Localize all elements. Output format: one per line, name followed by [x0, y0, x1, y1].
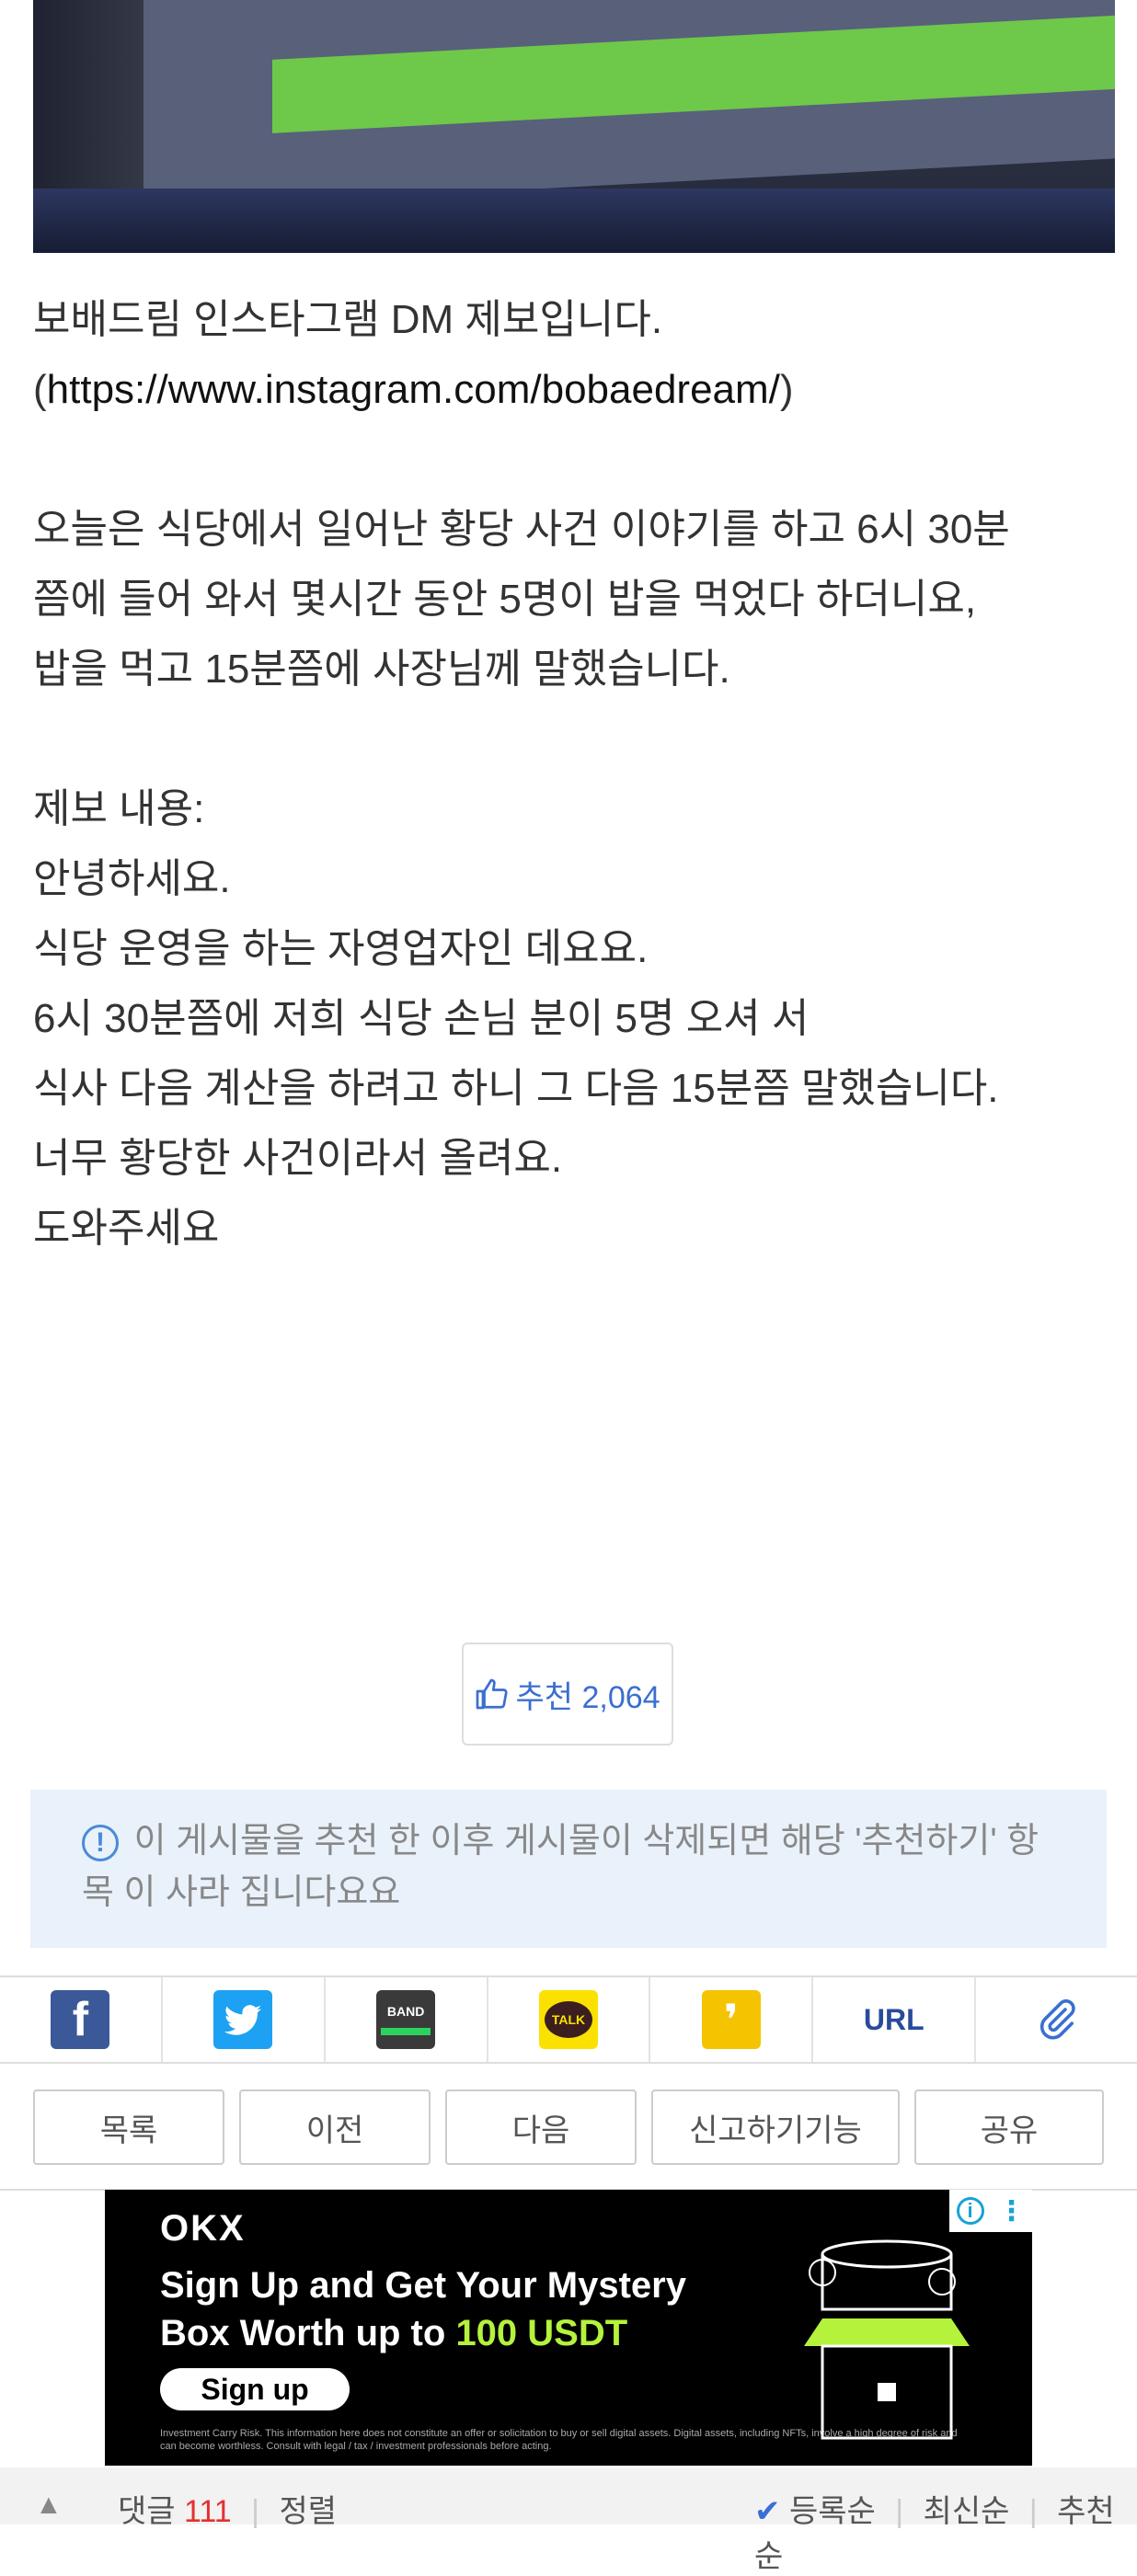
- prev-button[interactable]: 이전: [239, 2089, 431, 2165]
- url-copy-label: URL: [863, 2002, 925, 2036]
- ad-headline: Sign Up and Get Your Mystery Box Worth u…: [160, 2261, 686, 2357]
- thumbs-up-icon: [477, 1678, 509, 1710]
- ad-choices[interactable]: i ⋮: [949, 2190, 1032, 2232]
- kakaotalk-glyph: TALK: [545, 2001, 592, 2038]
- kakaotalk-icon: TALK: [539, 1990, 598, 2049]
- ad-headline-line1: Sign Up and Get Your Mystery: [160, 2265, 686, 2306]
- ad-brand-logo: OKX: [160, 2208, 246, 2249]
- ad-headline-line2: Box Worth up to 100 USDT: [160, 2309, 686, 2357]
- check-icon: ✔: [754, 2494, 781, 2529]
- comments-count: 111: [184, 2494, 232, 2529]
- notice-text: 이 게시물을 추천 한 이후 게시물이 삭제되면 해당 '추천하기' 항목 이 …: [82, 1822, 1039, 1912]
- ad-banner[interactable]: OKX Sign Up and Get Your Mystery Box Wor…: [105, 2190, 1032, 2466]
- share-facebook[interactable]: f: [0, 1977, 163, 2062]
- link-paren-open: (: [33, 367, 47, 412]
- ad-highlight: 100 USDT: [455, 2313, 628, 2353]
- comments-label: 댓글: [118, 2494, 176, 2529]
- facebook-icon: f: [51, 1990, 110, 2049]
- sort-option-oldest[interactable]: 등록순: [789, 2494, 876, 2529]
- twitter-icon: [213, 1990, 273, 2049]
- thumbnail-bottom: [33, 189, 1115, 253]
- comment-bar: ▲ 댓글 111 | 정렬 ✔ 등록순 | 최신순 | 추천순: [0, 2467, 1137, 2574]
- post-line: 쯤에 들어 와서 몇시간 동안 5명이 밥을 먹었다 하더니요,: [33, 577, 977, 622]
- sort-label[interactable]: 정렬: [279, 2494, 337, 2529]
- separator: |: [1028, 2494, 1038, 2529]
- post-line: 밥을 먹고 15분쯤에 사장님께 말했습니다.: [33, 647, 730, 692]
- post-line: 도와주세요: [33, 1206, 220, 1251]
- post-body: 보배드림 인스타그램 DM 제보입니다. (https://www.instag…: [33, 285, 1109, 1264]
- info-icon: !: [82, 1824, 119, 1861]
- facebook-glyph: f: [72, 1993, 89, 2046]
- band-icon: BAND: [376, 1990, 436, 2049]
- post-line: 6시 30분쯤에 저희 식당 손님 분이 5명 오셔 서: [33, 996, 810, 1041]
- recommend-button[interactable]: 추천 2,064: [462, 1643, 673, 1746]
- post-line: 식사 다음 계산을 하려고 하니 그 다음 15분쯤 말했습니다.: [33, 1066, 999, 1111]
- ad-headline-prefix: Box Worth up to: [160, 2313, 456, 2353]
- twitter-bird-icon: [224, 2005, 262, 2035]
- list-button[interactable]: 목록: [33, 2089, 224, 2165]
- ad-info-icon[interactable]: i: [956, 2197, 984, 2225]
- post-line: 안녕하세요.: [33, 856, 231, 901]
- share-band[interactable]: BAND: [326, 1977, 488, 2062]
- kakaostory-glyph: ❜: [723, 1996, 739, 2044]
- recommend-label: 추천 2,064: [515, 1679, 660, 1715]
- report-button[interactable]: 신고하기기능: [651, 2089, 900, 2165]
- post-line: 오늘은 식당에서 일어난 황당 사건 이야기를 하고 6시 30분: [33, 507, 1010, 552]
- separator: |: [251, 2494, 259, 2529]
- share-url[interactable]: URL: [813, 1977, 977, 2062]
- ad-menu-icon[interactable]: ⋮: [998, 2195, 1026, 2227]
- link-paren-close: ): [779, 367, 794, 412]
- comment-sort-options: ✔ 등록순 | 최신순 | 추천순: [754, 2486, 1137, 2576]
- ad-signup-button[interactable]: Sign up: [160, 2368, 350, 2410]
- instagram-link[interactable]: https://www.instagram.com/bobaedream/: [47, 367, 780, 412]
- mystery-box-icon: [804, 2239, 970, 2440]
- share-kakaotalk[interactable]: TALK: [488, 1977, 651, 2062]
- video-thumbnail[interactable]: [33, 0, 1115, 253]
- share-attach[interactable]: [976, 1977, 1137, 2062]
- post-line: 보배드림 인스타그램 DM 제보입니다.: [33, 297, 663, 342]
- separator: |: [895, 2494, 904, 2529]
- share-bar: f BAND TALK ❜ URL: [0, 1975, 1137, 2064]
- post-line: 제보 내용:: [33, 786, 205, 831]
- sort-option-newest[interactable]: 최신순: [924, 2494, 1010, 2529]
- caret-up-icon[interactable]: ▲: [35, 2490, 63, 2521]
- next-button[interactable]: 다음: [445, 2089, 637, 2165]
- kakaostory-icon: ❜: [701, 1990, 761, 2049]
- post-actions: 목록 이전 다음 신고하기기능 공유: [33, 2089, 1104, 2165]
- share-button[interactable]: 공유: [914, 2089, 1104, 2165]
- paperclip-icon: [1039, 1999, 1075, 2040]
- band-glyph: BAND: [386, 2004, 425, 2019]
- share-twitter[interactable]: [163, 1977, 326, 2062]
- recommend-notice: ! 이 게시물을 추천 한 이후 게시물이 삭제되면 해당 '추천하기' 항목 …: [30, 1790, 1107, 1948]
- share-kakaostory[interactable]: ❜: [650, 1977, 814, 2062]
- post-line: 식당 운영을 하는 자영업자인 데요요.: [33, 926, 649, 971]
- post-link-line: (https://www.instagram.com/bobaedream/): [33, 355, 1109, 425]
- post-line: 너무 황당한 사건이라서 올려요.: [33, 1136, 563, 1181]
